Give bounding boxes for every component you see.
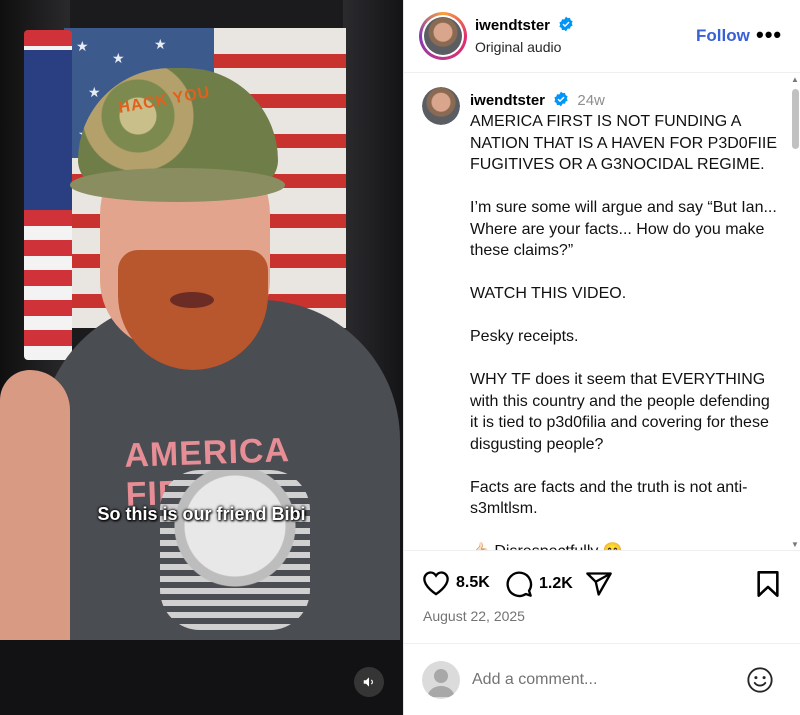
caption-paragraph: WHY TF does it seem that EVERYTHING with… — [470, 371, 770, 453]
comment-button[interactable]: 1.2K — [505, 570, 573, 598]
avatar-image — [424, 17, 462, 55]
post-header: iwendtster Original audio Follow ••• — [404, 0, 800, 73]
current-user-avatar-icon — [422, 661, 460, 699]
post-age[interactable]: 24w — [577, 92, 605, 109]
more-options-icon[interactable]: ••• — [756, 22, 782, 48]
bookmark-icon — [757, 571, 779, 597]
caption-username[interactable]: iwendtster — [470, 92, 545, 109]
original-audio-link[interactable]: Original audio — [475, 39, 561, 55]
audio-toggle-button[interactable] — [354, 667, 384, 697]
speaker-icon — [363, 677, 374, 687]
caption-text: AMERICA FIRST IS NOT FUNDING A NATION TH… — [470, 111, 780, 550]
shirt-graphic — [160, 470, 310, 630]
paper-plane-icon — [586, 572, 612, 596]
post-panel: iwendtster Original audio Follow ••• iwe… — [403, 0, 800, 715]
author-username[interactable]: iwendtster — [475, 17, 550, 34]
caption-paragraph: Facts are facts and the truth is not ant… — [470, 478, 748, 518]
caption-scroll-area[interactable]: iwendtster 24w AMERICA FIRST IS NOT FUND… — [404, 73, 800, 551]
video-player[interactable]: ★★★ ★★★ ★★★ AMERICA FIRST HACK YOU So th… — [0, 0, 403, 715]
video-subtitle: So this is our friend Bibi — [97, 504, 306, 524]
caption-author-row: iwendtster 24w — [470, 91, 605, 109]
hat-brim — [70, 168, 285, 202]
comment-input[interactable] — [472, 668, 732, 692]
caption-scrollbar[interactable]: ▲ ▼ — [789, 73, 800, 550]
smiley-icon — [747, 667, 773, 693]
person-mouth — [170, 292, 214, 308]
heart-icon — [423, 571, 449, 596]
like-count: 8.5K — [456, 574, 490, 591]
post-date[interactable]: August 22, 2025 — [423, 608, 525, 624]
verified-badge-icon — [554, 91, 568, 107]
follow-button[interactable]: Follow — [696, 26, 750, 46]
caption-paragraph: WATCH THIS VIDEO. — [470, 285, 627, 302]
comment-count: 1.2K — [539, 575, 573, 592]
author-avatar[interactable] — [419, 12, 467, 60]
caption-author-avatar[interactable] — [422, 87, 460, 125]
caption-paragraph: Pesky receipts. — [470, 328, 579, 345]
comment-composer — [404, 643, 800, 715]
avatar-image — [422, 87, 460, 125]
comment-bubble-icon — [506, 571, 533, 598]
author-username-row: iwendtster — [475, 16, 574, 34]
verified-badge-icon — [559, 16, 573, 32]
desk — [0, 640, 403, 715]
save-button[interactable] — [756, 570, 780, 598]
caption-paragraph: AMERICA FIRST IS NOT FUNDING A NATION TH… — [470, 113, 778, 173]
caption-paragraph: 👍🏻 Disrespectfully 😊 — [470, 541, 780, 550]
american-flag — [24, 30, 72, 360]
share-button[interactable] — [585, 570, 613, 598]
scroll-up-arrow-icon[interactable]: ▲ — [791, 75, 799, 84]
scroll-down-arrow-icon[interactable]: ▼ — [791, 540, 799, 549]
emoji-button[interactable] — [746, 666, 774, 699]
scrollbar-thumb[interactable] — [792, 89, 799, 149]
like-button[interactable]: 8.5K — [422, 570, 490, 596]
action-bar: 8.5K 1.2K — [404, 566, 800, 606]
caption-paragraph: I’m sure some will argue and say “But Ia… — [470, 199, 777, 259]
